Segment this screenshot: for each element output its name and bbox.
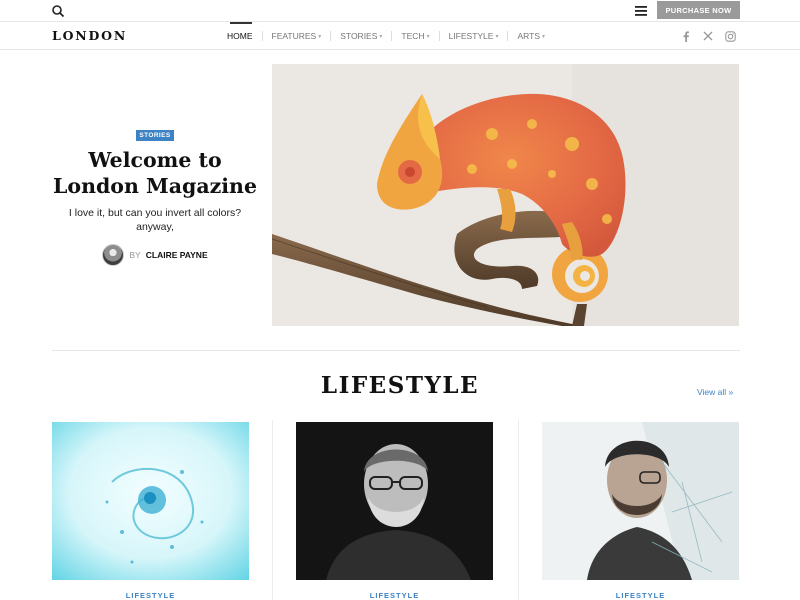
nav-item-home[interactable]: HOME xyxy=(218,22,262,50)
hero-title[interactable]: Welcome to London Magazine xyxy=(52,147,258,199)
section-title: LIFESTYLE xyxy=(320,372,480,399)
chevron-down-icon: ▾ xyxy=(495,33,499,40)
site-logo[interactable]: LONDON xyxy=(52,28,127,43)
x-icon[interactable] xyxy=(702,30,714,42)
byline: BY CLAIRE PAYNE xyxy=(52,244,258,266)
social-links xyxy=(680,30,736,42)
nav-item-label: FEATURES xyxy=(271,31,317,41)
hero-image-chameleon[interactable] xyxy=(272,64,739,326)
hamburger-menu-icon[interactable] xyxy=(634,5,648,17)
site-header: LONDON HOME FEATURES ▾ STORIES ▾ TECH ▾ LIF… xyxy=(0,22,800,50)
bw-portrait-image xyxy=(296,422,493,580)
nav-item-label: STORIES xyxy=(340,31,378,41)
instagram-icon[interactable] xyxy=(724,30,736,42)
nav-item-label: TECH xyxy=(401,31,425,41)
abstract-cyan-image xyxy=(52,422,249,580)
card-divider xyxy=(518,420,519,600)
search-icon[interactable] xyxy=(51,4,65,18)
author-name[interactable]: CLAIRE PAYNE xyxy=(146,250,208,260)
nav-item-features[interactable]: FEATURES ▾ xyxy=(263,22,331,50)
hero-title-line: Welcome to xyxy=(88,148,222,172)
card-category-label[interactable]: LIFESTYLE xyxy=(52,591,249,600)
nav-item-tech[interactable]: TECH ▾ xyxy=(392,22,438,50)
top-bar: PURCHASE NOW xyxy=(0,0,800,22)
purchase-now-button[interactable]: PURCHASE NOW xyxy=(657,1,740,19)
hero-title-line: London Magazine xyxy=(52,174,257,198)
nav-item-stories[interactable]: STORIES ▾ xyxy=(331,22,391,50)
main-nav: HOME FEATURES ▾ STORIES ▾ TECH ▾ LIFESTYLE ▾… xyxy=(218,22,554,50)
chevron-down-icon: ▾ xyxy=(318,33,322,40)
view-all-link[interactable]: View all » xyxy=(697,387,733,397)
card-image-portrait-man-glasses[interactable] xyxy=(542,422,739,580)
byline-prefix: BY xyxy=(129,250,141,260)
nav-item-lifestyle[interactable]: LIFESTYLE ▾ xyxy=(440,22,508,50)
hero-article: STORIES Welcome to London Magazine I lov… xyxy=(52,124,258,266)
chevron-down-icon: ▾ xyxy=(379,33,383,40)
nav-item-label: ARTS xyxy=(517,31,541,41)
category-badge[interactable]: STORIES xyxy=(136,130,174,141)
double-exposure-portrait-image xyxy=(542,422,739,580)
card-category-label[interactable]: LIFESTYLE xyxy=(542,591,739,600)
section-divider xyxy=(52,350,740,351)
card-image-portrait-bearded-man[interactable] xyxy=(296,422,493,580)
chameleon-illustration xyxy=(272,64,739,326)
facebook-icon[interactable] xyxy=(680,30,692,42)
card-image-abstract[interactable] xyxy=(52,422,249,580)
hero-excerpt: I love it, but can you invert all colors… xyxy=(68,207,242,233)
card-divider xyxy=(272,420,273,600)
nav-item-label: LIFESTYLE xyxy=(448,31,494,41)
chevron-down-icon: ▾ xyxy=(542,33,546,40)
card-category-label[interactable]: LIFESTYLE xyxy=(296,591,493,600)
author-avatar[interactable] xyxy=(102,244,125,266)
nav-item-label: HOME xyxy=(227,31,253,41)
nav-item-arts[interactable]: ARTS ▾ xyxy=(508,22,554,50)
chevron-down-icon: ▾ xyxy=(426,33,430,40)
